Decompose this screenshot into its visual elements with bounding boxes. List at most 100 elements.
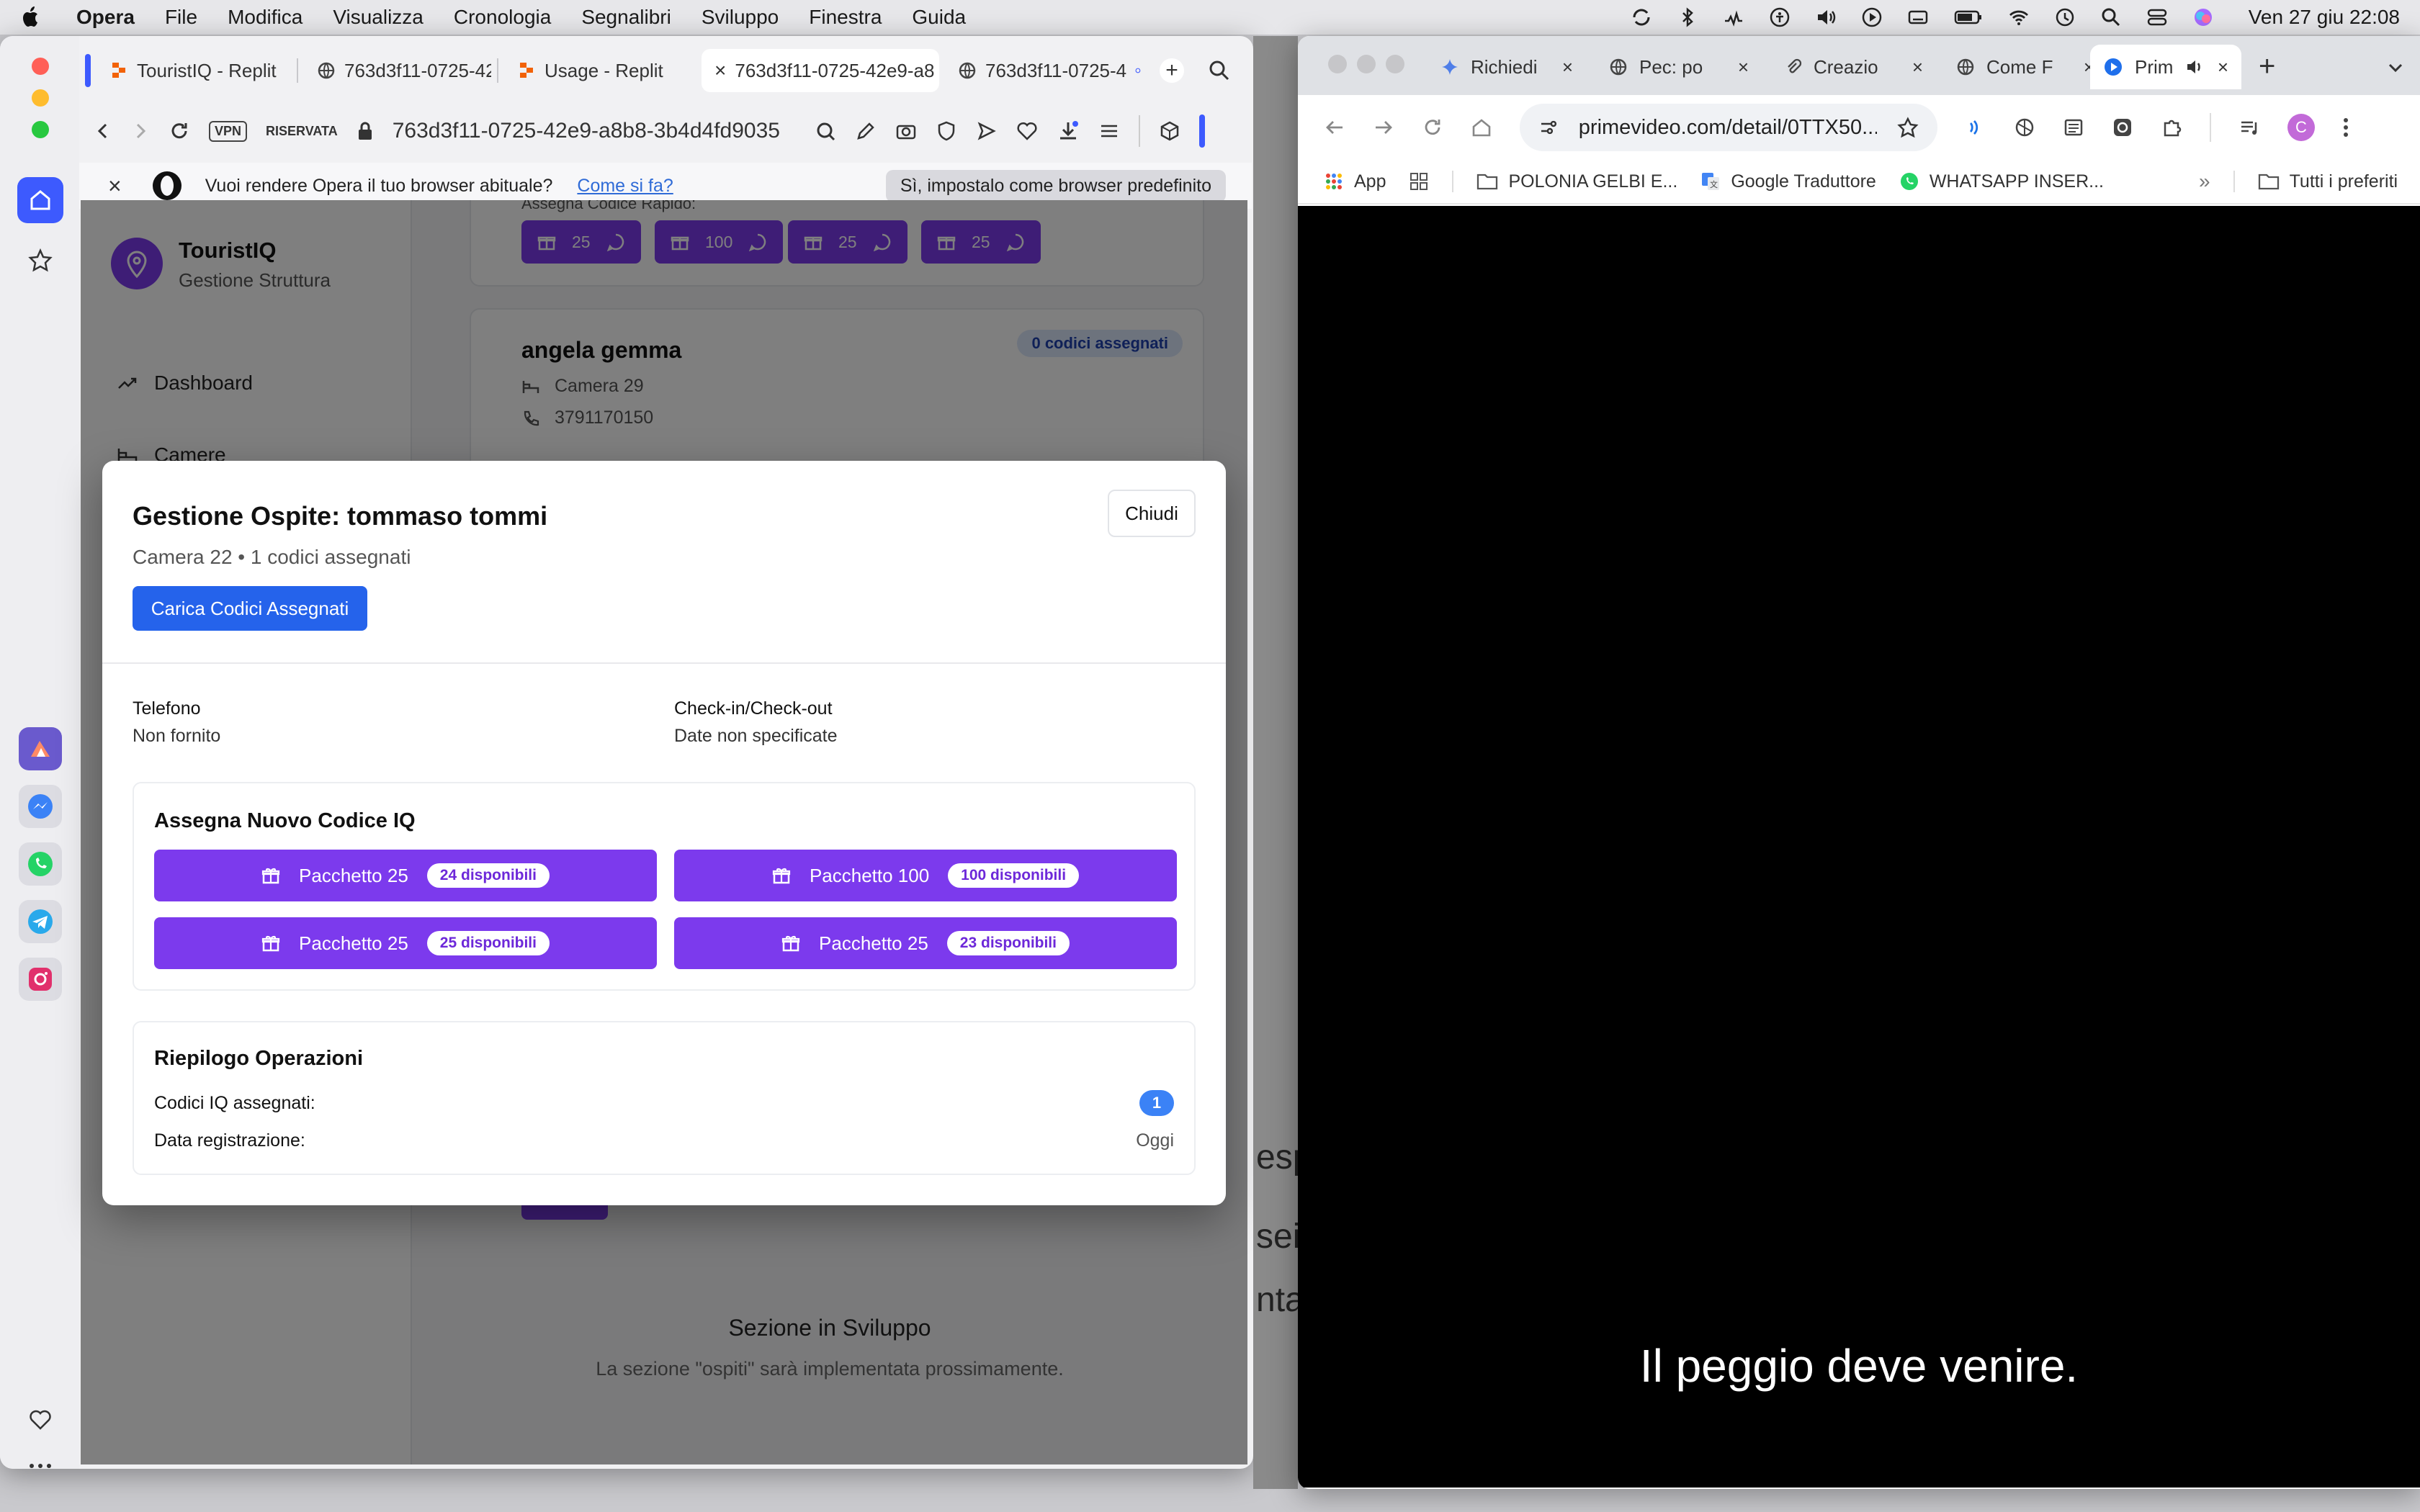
bookmark-apps[interactable]: App: [1324, 171, 1386, 192]
menu-develop[interactable]: Sviluppo: [702, 6, 779, 29]
control-center-icon[interactable]: [2146, 6, 2168, 28]
close-button[interactable]: Chiudi: [1108, 490, 1196, 537]
tab-search-chevron-icon[interactable]: [2385, 58, 2406, 78]
battery-icon[interactable]: [1953, 6, 1984, 28]
zoom-window-button[interactable]: [1386, 55, 1404, 73]
extension-shield-icon[interactable]: [2014, 117, 2035, 138]
edit-icon[interactable]: [855, 120, 877, 142]
forward-icon[interactable]: [131, 122, 150, 140]
bookmark-star-icon[interactable]: [1897, 117, 1919, 138]
set-default-browser-button[interactable]: Sì, impostalo come browser predefinito: [885, 169, 1226, 202]
reload-icon[interactable]: [169, 120, 190, 142]
new-tab-button[interactable]: +: [2259, 50, 2275, 83]
all-bookmarks-folder[interactable]: Tutti i preferiti: [2258, 171, 2398, 192]
menu-history[interactable]: Cronologia: [454, 6, 551, 29]
chrome-tab[interactable]: Richiedi ×: [1428, 45, 1586, 89]
extension-c-icon[interactable]: [2112, 117, 2133, 138]
chrome-tab[interactable]: Come F ×: [1943, 45, 2107, 89]
send-icon[interactable]: [976, 120, 998, 142]
tab-search-icon[interactable]: [1207, 58, 1232, 83]
audio-playing-icon[interactable]: [2184, 57, 2205, 77]
whatsapp-icon[interactable]: [19, 842, 62, 886]
package-button[interactable]: Pacchetto 100 100 disponibili: [674, 850, 1177, 901]
load-codes-button[interactable]: Carica Codici Assegnati: [133, 586, 367, 631]
app-launcher-icon[interactable]: [19, 727, 62, 770]
close-tab-icon[interactable]: ×: [1912, 56, 1923, 78]
volume-icon[interactable]: [1815, 6, 1837, 28]
more-bookmarks-chevron-icon[interactable]: »: [2199, 170, 2210, 193]
package-button[interactable]: Pacchetto 25 24 disponibili: [154, 850, 657, 901]
close-tab-icon[interactable]: ×: [1738, 56, 1749, 78]
menu-view[interactable]: Visualizza: [333, 6, 424, 29]
sync-icon[interactable]: [1631, 6, 1652, 28]
bluetooth-icon[interactable]: [1677, 6, 1698, 28]
close-tab-icon[interactable]: ×: [2218, 56, 2228, 78]
cast-waves-icon[interactable]: [1965, 117, 1986, 138]
siri-icon[interactable]: [2192, 6, 2214, 28]
apple-icon[interactable]: [20, 5, 42, 30]
forward-icon[interactable]: [1373, 117, 1394, 138]
bookmark-whatsapp[interactable]: WHATSAPP INSER...: [1899, 171, 2104, 192]
spotlight-search-icon[interactable]: [2100, 6, 2122, 28]
extensions-puzzle-icon[interactable]: [2161, 117, 2182, 138]
minimize-window-button[interactable]: [1357, 55, 1376, 73]
play-circle-icon[interactable]: [1861, 6, 1883, 28]
site-settings-icon[interactable]: [1538, 117, 1559, 138]
reading-list-icon[interactable]: [2063, 117, 2084, 138]
extensions-cube-icon[interactable]: [1159, 120, 1180, 142]
vpn-badge[interactable]: VPN: [209, 120, 248, 142]
pinboard-icon[interactable]: [17, 238, 63, 284]
tab-groups-icon[interactable]: [1409, 171, 1429, 192]
url-input[interactable]: primevideo.com/detail/0TTX50...: [1579, 116, 1877, 140]
new-tab-button[interactable]: +: [1160, 58, 1184, 83]
how-to-link[interactable]: Come si fa?: [577, 176, 673, 197]
package-button[interactable]: Pacchetto 25 23 disponibili: [674, 917, 1177, 969]
shield-icon[interactable]: [936, 120, 957, 142]
chrome-tab[interactable]: Creazio ×: [1770, 45, 1936, 89]
accessibility-icon[interactable]: [1769, 6, 1791, 28]
omnibox[interactable]: primevideo.com/detail/0TTX50...: [1520, 104, 1937, 151]
instagram-icon[interactable]: [19, 958, 62, 1001]
menu-window[interactable]: Finestra: [809, 6, 882, 29]
zoom-window-button[interactable]: [32, 121, 49, 138]
wifi-icon[interactable]: [2008, 6, 2030, 28]
more-options-icon[interactable]: [17, 1443, 63, 1469]
keyboard-icon[interactable]: [1907, 6, 1929, 28]
heart-icon[interactable]: [1016, 120, 1038, 142]
lock-icon[interactable]: [357, 121, 374, 141]
reload-icon[interactable]: [1422, 117, 1443, 138]
bookmark-folder[interactable]: POLONIA GELBI E...: [1476, 171, 1677, 192]
messenger-icon[interactable]: [19, 785, 62, 828]
favorites-heart-icon[interactable]: [17, 1397, 63, 1443]
home-icon[interactable]: [1471, 117, 1492, 138]
chrome-menu-icon[interactable]: [2342, 117, 2349, 138]
tab-project-2[interactable]: 763d3f11-0725-4: [945, 49, 1154, 92]
home-icon[interactable]: [17, 177, 63, 223]
easy-setup-icon[interactable]: [1098, 120, 1120, 142]
profile-avatar[interactable]: C: [2287, 114, 2315, 141]
chrome-tab[interactable]: Pec: po ×: [1596, 45, 1762, 89]
close-tab-icon[interactable]: ×: [1562, 56, 1573, 78]
telegram-icon[interactable]: [19, 900, 62, 943]
menubar-clock[interactable]: Ven 27 giu 22:08: [2249, 6, 2400, 29]
chrome-tab-active[interactable]: Prim ×: [2090, 45, 2241, 89]
close-window-button[interactable]: [32, 58, 49, 75]
menu-bookmarks[interactable]: Segnalibri: [581, 6, 671, 29]
video-player[interactable]: Il peggio deve venire.: [1298, 206, 2420, 1488]
menu-file[interactable]: File: [165, 6, 197, 29]
time-machine-icon[interactable]: [2054, 6, 2076, 28]
camera-snapshot-icon[interactable]: [895, 120, 917, 142]
back-icon[interactable]: [94, 122, 112, 140]
menu-app-name[interactable]: Opera: [76, 6, 135, 29]
back-icon[interactable]: [1324, 117, 1345, 138]
network-activity-icon[interactable]: [1723, 6, 1744, 28]
find-in-page-icon[interactable]: [815, 120, 836, 142]
package-button[interactable]: Pacchetto 25 25 disponibili: [154, 917, 657, 969]
tab-usage-replit[interactable]: Usage - Replit: [504, 49, 684, 92]
minimize-window-button[interactable]: [32, 89, 49, 107]
tab-project-1[interactable]: 763d3f11-0725-42: [304, 49, 491, 92]
bookmark-translate[interactable]: 文 Google Traduttore: [1700, 171, 1876, 192]
tab-touristiq-replit[interactable]: TouristIQ - Replit: [97, 49, 291, 92]
close-banner-icon[interactable]: ×: [108, 173, 122, 199]
tab-project-active[interactable]: × 763d3f11-0725-42e9-a8: [702, 49, 939, 92]
